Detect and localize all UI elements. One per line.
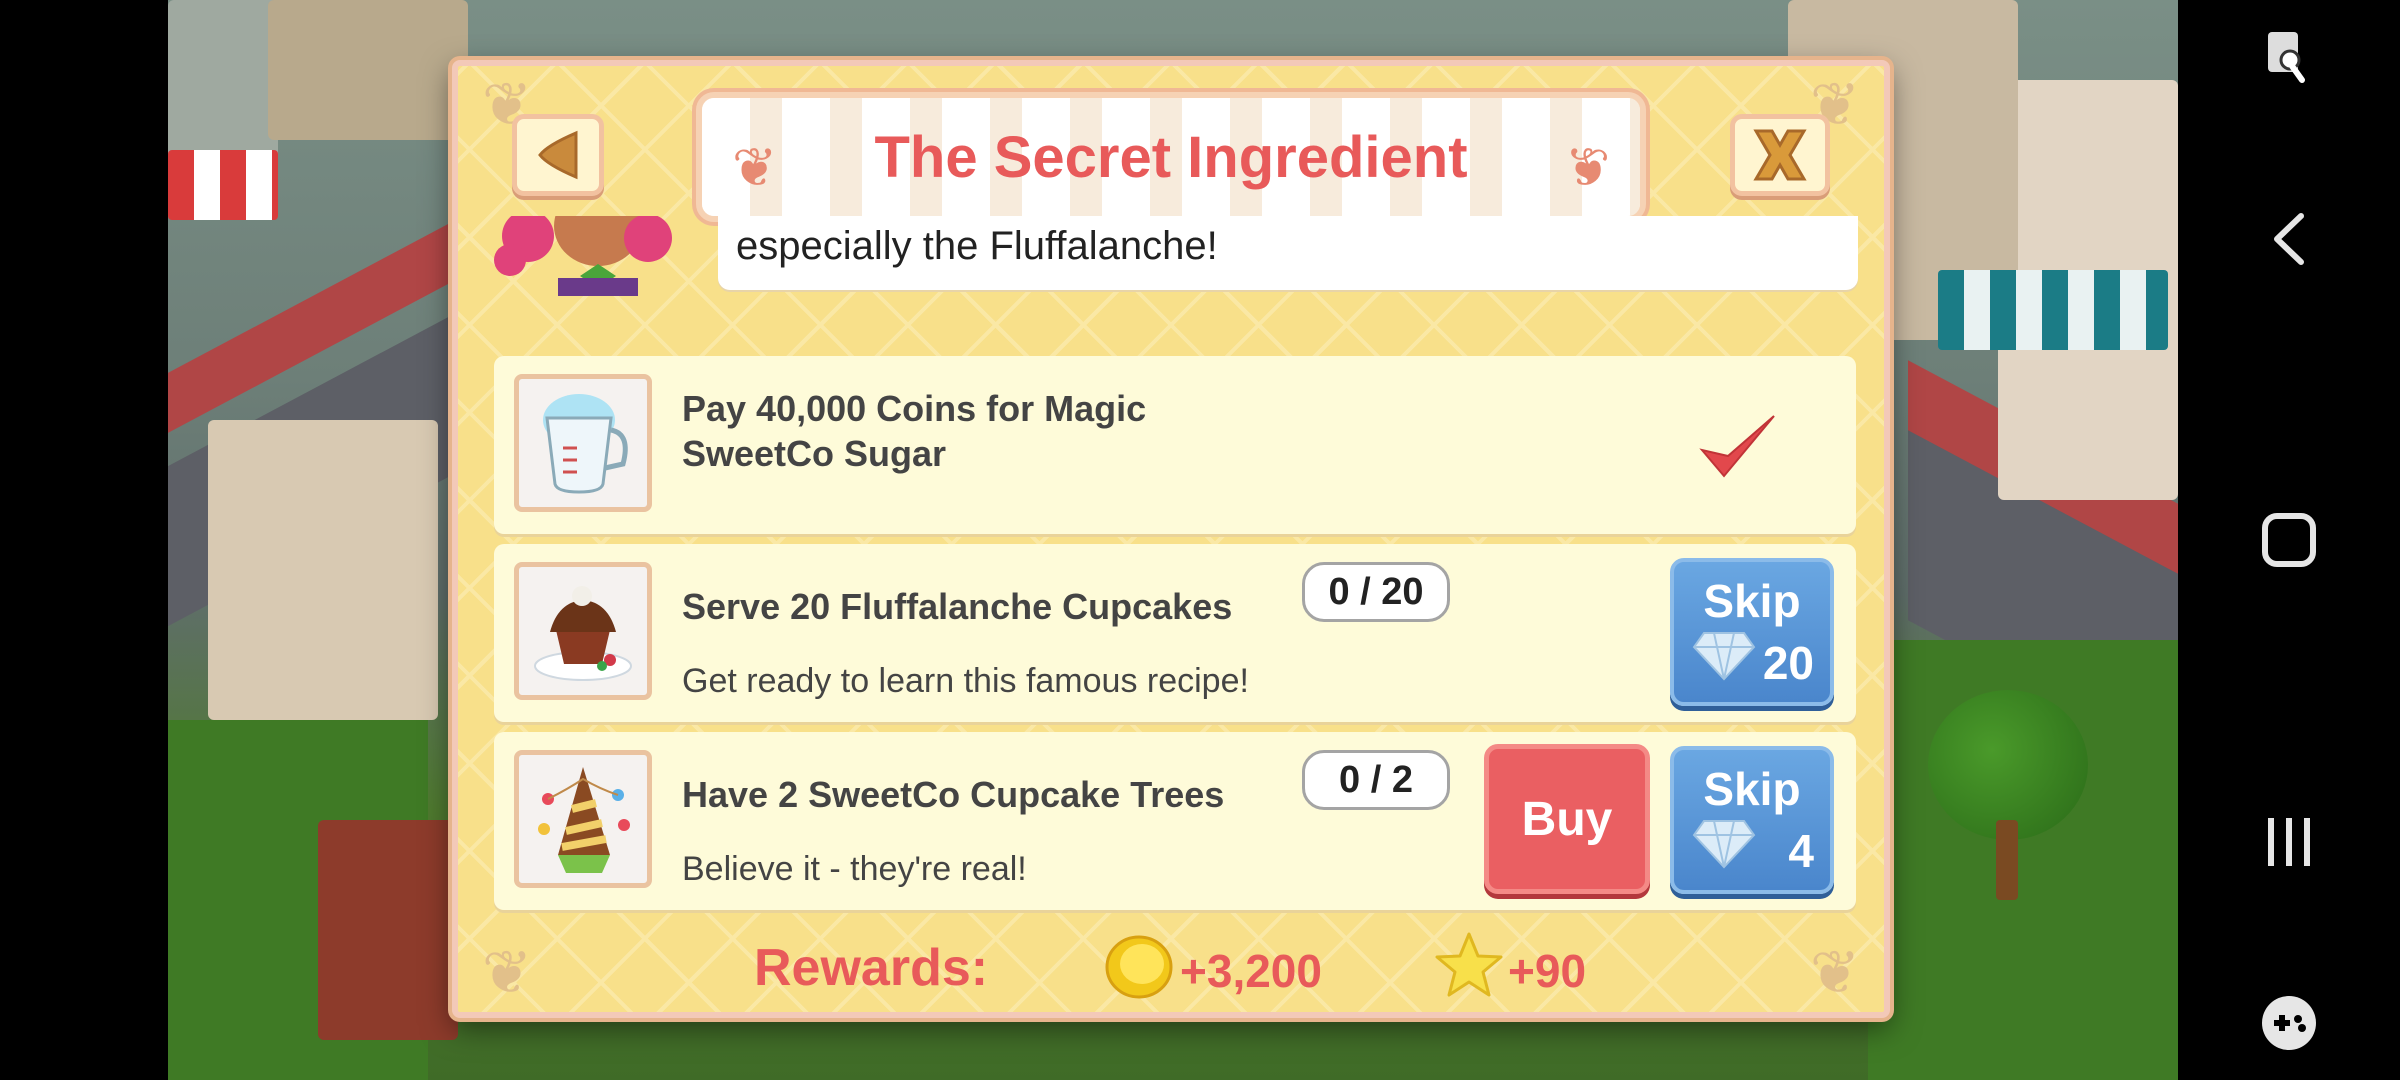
screen-touch-icon[interactable]	[2264, 30, 2314, 91]
measuring-cup-icon	[514, 374, 652, 512]
home-nav-icon[interactable]	[2261, 512, 2317, 573]
skip-label: Skip	[1703, 763, 1801, 815]
game-launcher-icon[interactable]	[2260, 994, 2318, 1057]
shop-awning	[1938, 270, 2168, 350]
task-title: Pay 40,000 Coins for Magic SweetCo Sugar	[682, 386, 1146, 476]
task-title-line: Pay 40,000 Coins for Magic	[682, 388, 1147, 429]
cupcake-icon	[514, 562, 652, 700]
shop-awning	[168, 150, 278, 220]
quest-giver-avatar	[488, 216, 688, 296]
skip-button[interactable]: Skip 4	[1670, 746, 1834, 894]
task-title: Have 2 SweetCo Cupcake Trees	[682, 774, 1225, 815]
quest-dialog: ❦ ❦ ❦ ❦ ❦ ❦ The Secret Ingredient especi	[452, 60, 1890, 1018]
billboard	[318, 820, 458, 1040]
system-nav-bar	[2178, 0, 2400, 1080]
restaurant-floor	[208, 420, 438, 720]
left-arrow-icon	[538, 130, 578, 180]
tree	[1928, 690, 2088, 840]
back-button[interactable]	[512, 114, 604, 196]
title-banner: ❦ ❦ The Secret Ingredient	[696, 92, 1646, 222]
cupcake-tree-icon	[514, 750, 652, 888]
building	[268, 0, 468, 140]
skip-button[interactable]: Skip 20	[1670, 558, 1834, 706]
coin-icon	[1104, 934, 1174, 1005]
task-row: Serve 20 Fluffalanche Cupcakes Get ready…	[494, 544, 1856, 722]
task-progress: 0 / 20	[1302, 562, 1450, 622]
task-row: Pay 40,000 Coins for Magic SweetCo Sugar	[494, 356, 1856, 534]
close-button[interactable]	[1730, 114, 1830, 196]
recent-apps-nav-icon[interactable]	[2264, 816, 2314, 873]
task-subtitle: Believe it - they're real!	[682, 850, 1027, 888]
tree-trunk	[1996, 820, 2018, 900]
task-progress: 0 / 2	[1302, 750, 1450, 810]
gem-icon	[1692, 817, 1756, 874]
rewards-row: Rewards: +3,200 +90	[458, 928, 1884, 1008]
task-title-line: SweetCo Sugar	[682, 433, 947, 474]
buy-button[interactable]: Buy	[1484, 744, 1650, 894]
coin-reward: +3,200	[1180, 945, 1322, 997]
star-icon	[1434, 930, 1504, 1005]
task-title: Serve 20 Fluffalanche Cupcakes	[682, 586, 1233, 627]
back-nav-icon[interactable]	[2269, 212, 2309, 271]
gem-icon	[1692, 629, 1756, 686]
speech-text: especially the Fluffalanche!	[736, 224, 1218, 268]
dialog-title: The Secret Ingredient	[874, 124, 1468, 190]
close-icon	[1753, 129, 1807, 181]
skip-cost: 20	[1762, 637, 1814, 689]
task-row: Have 2 SweetCo Cupcake Trees Believe it …	[494, 732, 1856, 910]
skip-cost: 4	[1788, 825, 1814, 877]
rewards-label: Rewards:	[754, 939, 989, 997]
checkmark-icon	[1698, 410, 1778, 487]
task-subtitle: Get ready to learn this famous recipe!	[682, 662, 1249, 700]
speech-bubble: especially the Fluffalanche!	[718, 216, 1858, 290]
xp-reward: +90	[1508, 945, 1587, 997]
skip-label: Skip	[1703, 575, 1801, 627]
